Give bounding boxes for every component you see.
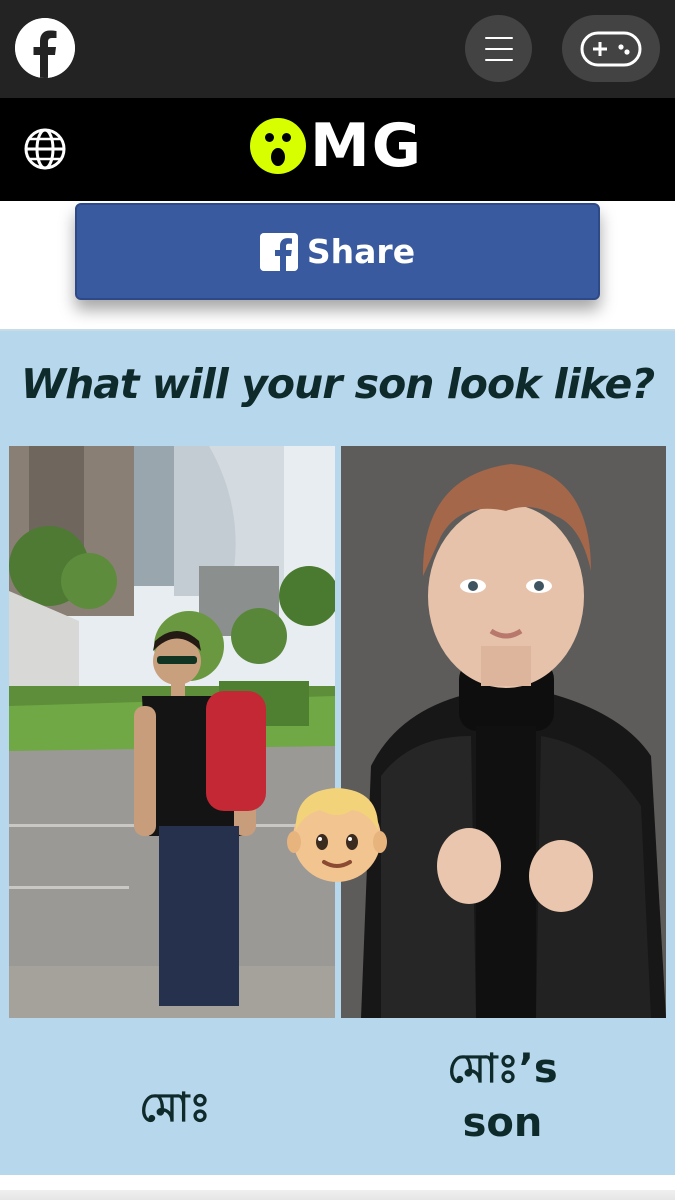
- share-label: Share: [306, 232, 416, 271]
- omg-face-icon: [250, 118, 306, 174]
- top-app-bar: [0, 0, 675, 98]
- son-name: মোঃ’s son: [395, 1042, 610, 1150]
- hamburger-menu-icon: [484, 36, 513, 61]
- user-photo: [9, 446, 335, 1018]
- son-photo: [341, 446, 666, 1018]
- facebook-icon[interactable]: [15, 18, 75, 78]
- parent-name: মোঃ: [139, 1085, 211, 1131]
- result-title: What will your son look like?: [20, 360, 655, 408]
- gamepad-icon: [580, 31, 642, 66]
- boy-emoji: [287, 788, 387, 882]
- menu-button[interactable]: [465, 15, 532, 82]
- brand-text: MG: [310, 111, 423, 181]
- son-name-line-1: মোঃ’s: [447, 1046, 558, 1092]
- games-button[interactable]: [562, 15, 660, 82]
- facebook-icon: [259, 232, 298, 271]
- omg-logo[interactable]: MG: [250, 116, 423, 176]
- son-name-line-2: son: [462, 1100, 543, 1146]
- page-bottom: [0, 1175, 675, 1200]
- globe-icon[interactable]: [23, 127, 67, 171]
- share-button[interactable]: Share: [75, 203, 600, 300]
